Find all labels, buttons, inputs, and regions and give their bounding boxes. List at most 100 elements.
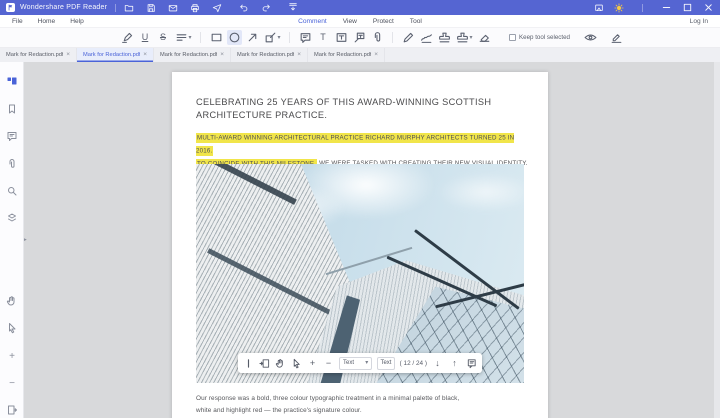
ribbon-tab-protect[interactable]: Protect bbox=[373, 18, 394, 25]
navigation-sidebar: + − bbox=[0, 62, 24, 418]
tool-ellipse-button[interactable] bbox=[226, 30, 242, 45]
select-icon[interactable] bbox=[291, 358, 302, 369]
tool-text-callout-button[interactable] bbox=[352, 30, 367, 45]
comment-list-icon[interactable] bbox=[466, 358, 477, 369]
tab-label: Mark for Redaction.pdf bbox=[83, 52, 141, 58]
tool-eraser-button[interactable] bbox=[477, 30, 492, 45]
tool-highlighter-button[interactable] bbox=[120, 30, 135, 45]
undo-icon[interactable] bbox=[239, 3, 249, 13]
ribbon-tab-tool[interactable]: Tool bbox=[410, 18, 422, 25]
visibility-button[interactable] bbox=[583, 30, 598, 45]
tab-label: Mark for Redaction.pdf bbox=[160, 52, 218, 58]
redo-icon[interactable] bbox=[261, 3, 271, 13]
minimize-button[interactable] bbox=[661, 2, 672, 13]
save-icon[interactable] bbox=[146, 3, 156, 13]
zoom-out-icon[interactable]: − bbox=[323, 358, 334, 369]
panel-expand-handle[interactable]: ▸ bbox=[24, 237, 27, 244]
sidebar-item-zoom-out[interactable]: − bbox=[6, 377, 18, 389]
close-button[interactable] bbox=[703, 2, 714, 13]
edit-annotation-button[interactable] bbox=[609, 30, 624, 45]
theme-sun-icon[interactable] bbox=[614, 2, 624, 13]
sidebar-item-attachments[interactable] bbox=[6, 158, 18, 170]
highlighted-text: MULTI-AWARD WINNING ARCHITECTURAL PRACTI… bbox=[196, 132, 515, 156]
email-icon[interactable] bbox=[168, 3, 178, 13]
tool-signature-button[interactable] bbox=[419, 30, 434, 45]
keep-tool-option: Keep tool selected bbox=[509, 34, 570, 41]
tab-close-icon[interactable]: × bbox=[220, 51, 224, 59]
sidebar-item-comments[interactable] bbox=[6, 130, 18, 142]
page-down-icon[interactable]: ↓ bbox=[432, 358, 443, 369]
maximize-button[interactable] bbox=[682, 2, 693, 13]
sidebar-item-bookmarks[interactable] bbox=[6, 103, 18, 115]
tool-line-style-button[interactable]: ▾ bbox=[174, 30, 193, 45]
sidebar-item-stamps[interactable] bbox=[6, 212, 18, 224]
tool-rectangle-button[interactable] bbox=[209, 30, 224, 45]
menu-item-file[interactable]: File bbox=[12, 18, 23, 25]
collapse-toolbar-icon[interactable] bbox=[288, 2, 298, 12]
sticky-note-icon bbox=[299, 31, 312, 44]
share-icon[interactable] bbox=[212, 3, 222, 13]
keep-tool-checkbox[interactable] bbox=[509, 34, 517, 41]
ribbon-tab-comment[interactable]: Comment bbox=[298, 18, 327, 25]
arrow-icon bbox=[246, 31, 259, 44]
ribbon-tab-view[interactable]: View bbox=[343, 18, 357, 25]
sidebar-item-thumbnails[interactable] bbox=[6, 75, 18, 87]
tool-stamp-button[interactable] bbox=[437, 30, 452, 45]
page-up-icon[interactable]: ↑ bbox=[449, 358, 460, 369]
tool-attachment-button[interactable] bbox=[370, 30, 385, 45]
visibility-icon bbox=[584, 31, 597, 44]
tool-pencil-button[interactable] bbox=[401, 30, 416, 45]
view-mode-select[interactable]: Text ▾ bbox=[339, 356, 373, 370]
menu-item-help[interactable]: Help bbox=[70, 18, 84, 25]
tab-label: Mark for Redaction.pdf bbox=[6, 52, 64, 58]
sidebar-item-hand[interactable] bbox=[6, 295, 18, 307]
menu-left-group: File Home Help bbox=[12, 18, 84, 25]
view-mode-value: Text bbox=[343, 360, 355, 366]
menu-item-home[interactable]: Home bbox=[38, 18, 56, 25]
app-title: Wondershare PDF Reader bbox=[20, 4, 108, 11]
zoom-in-icon[interactable]: + bbox=[307, 358, 318, 369]
tool-sticky-note-button[interactable] bbox=[298, 30, 313, 45]
tab-close-icon[interactable]: × bbox=[66, 51, 70, 59]
document-tab-4[interactable]: Mark for Redaction.pdf × bbox=[231, 48, 308, 62]
tab-close-icon[interactable]: × bbox=[297, 51, 301, 59]
tool-arrow-button[interactable] bbox=[245, 30, 260, 45]
underline-icon: U bbox=[141, 32, 149, 42]
rectangle-icon bbox=[210, 31, 223, 44]
sidebar-item-search[interactable] bbox=[6, 185, 18, 197]
hand-icon[interactable] bbox=[275, 358, 286, 369]
document-tab-5[interactable]: Mark for Redaction.pdf × bbox=[308, 48, 385, 62]
vertical-scrollbar[interactable] bbox=[714, 62, 720, 418]
print-icon[interactable] bbox=[190, 3, 200, 13]
document-tab-2[interactable]: Mark for Redaction.pdf × bbox=[77, 48, 154, 62]
sidebar-item-page-options[interactable] bbox=[6, 404, 18, 416]
text-callout-icon bbox=[353, 31, 366, 44]
pencil-icon bbox=[402, 31, 415, 44]
open-file-icon[interactable] bbox=[124, 3, 134, 13]
caption-line-2: white and highlight red — the practice's… bbox=[196, 407, 362, 414]
page-number-input[interactable]: Text bbox=[377, 356, 395, 370]
attachment-icon bbox=[371, 31, 384, 44]
tool-text-box-button[interactable] bbox=[334, 30, 349, 45]
document-tab-1[interactable]: Mark for Redaction.pdf × bbox=[0, 48, 77, 62]
document-tab-3[interactable]: Mark for Redaction.pdf × bbox=[154, 48, 231, 62]
toolbar-trail-icons bbox=[582, 30, 626, 45]
caret-down-icon: ▾ bbox=[365, 360, 369, 366]
screenshot-icon[interactable] bbox=[594, 3, 604, 13]
tool-shapes-button[interactable]: ▾ bbox=[263, 30, 282, 45]
tab-label: Mark for Redaction.pdf bbox=[314, 52, 372, 58]
tool-strikethrough-button[interactable]: S bbox=[156, 30, 171, 45]
drag-handle-icon[interactable] bbox=[243, 358, 254, 369]
sidebar-item-zoom-in[interactable]: + bbox=[6, 350, 18, 362]
floating-page-toolbar: + − Text ▾ Text ( 12 / 24 ) ↓ ↑ bbox=[238, 353, 482, 373]
divider bbox=[115, 3, 117, 12]
sidebar-toggle-icon[interactable] bbox=[259, 358, 270, 369]
tab-close-icon[interactable]: × bbox=[143, 51, 147, 59]
login-button[interactable]: Log In bbox=[690, 18, 708, 25]
tool-underline-button[interactable]: U bbox=[138, 30, 153, 45]
tool-stamp-button[interactable]: ▾ bbox=[455, 30, 474, 45]
sidebar-item-select[interactable] bbox=[6, 322, 18, 334]
tab-close-icon[interactable]: × bbox=[374, 51, 378, 59]
tool-typewriter-button[interactable]: T bbox=[316, 30, 331, 45]
